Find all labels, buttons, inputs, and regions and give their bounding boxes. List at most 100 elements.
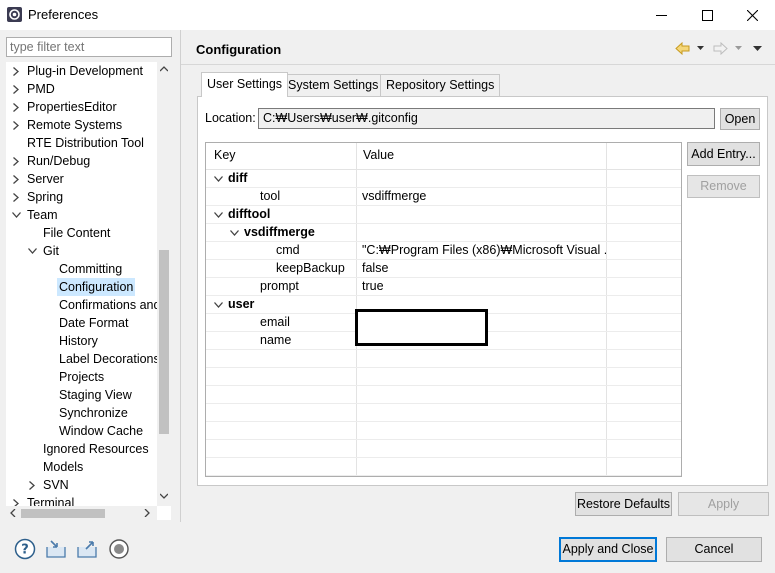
row-value: true — [362, 279, 384, 293]
forward-button[interactable] — [713, 40, 728, 56]
tree-item[interactable]: Confirmations and — [59, 296, 157, 314]
tree-horizontal-scrollbar[interactable] — [6, 506, 157, 520]
empty-row — [206, 404, 681, 422]
import-button[interactable] — [44, 537, 68, 561]
back-menu-button[interactable] — [697, 40, 704, 56]
tab-system-settings[interactable]: System Settings — [282, 74, 385, 96]
row-value: vsdiffmerge — [362, 189, 427, 203]
table-row[interactable]: tool vsdiffmerge — [206, 188, 681, 206]
export-button[interactable] — [75, 537, 99, 561]
back-button[interactable] — [675, 40, 690, 56]
help-button[interactable]: ? — [13, 537, 37, 561]
column-header-value[interactable]: Value — [363, 148, 394, 162]
tree-item[interactable]: SVN — [43, 476, 69, 494]
table-row[interactable]: difftool — [206, 206, 681, 224]
tree-item[interactable]: Configuration — [57, 278, 136, 296]
tree-item[interactable]: Team — [27, 206, 58, 224]
tree-vertical-scroll-thumb[interactable] — [159, 250, 169, 434]
tree-item[interactable]: Synchronize — [59, 404, 128, 422]
collapsed-chevron-icon[interactable] — [11, 170, 21, 188]
tree-item[interactable]: PropertiesEditor — [27, 98, 117, 116]
expanded-chevron-icon[interactable] — [27, 242, 37, 260]
forward-menu-button[interactable] — [735, 40, 742, 56]
tree-item[interactable]: RTE Distribution Tool — [27, 134, 144, 152]
expanded-chevron-icon[interactable] — [214, 176, 223, 182]
tab-repository-settings[interactable]: Repository Settings — [380, 74, 501, 96]
tree-item[interactable]: Plug-in Development — [27, 62, 143, 80]
tree-item[interactable]: Server — [27, 170, 64, 188]
collapsed-chevron-icon[interactable] — [11, 116, 21, 134]
tree-item[interactable]: History — [59, 332, 98, 350]
scroll-down-arrow-icon[interactable] — [160, 493, 168, 499]
restore-defaults-button[interactable]: Restore Defaults — [575, 492, 672, 516]
collapsed-chevron-icon[interactable] — [27, 476, 37, 494]
add-entry-button[interactable]: Add Entry... — [687, 142, 760, 166]
back-arrow-icon — [675, 41, 690, 55]
tree-item[interactable]: Projects — [59, 368, 104, 386]
apply-and-close-button[interactable]: Apply and Close — [559, 537, 657, 562]
tab-user-settings[interactable]: User Settings — [201, 72, 289, 97]
expanded-chevron-icon[interactable] — [214, 302, 223, 308]
close-button[interactable] — [729, 0, 775, 30]
empty-row — [206, 368, 681, 386]
export-icon — [77, 541, 97, 558]
svg-text:?: ? — [21, 543, 29, 558]
row-key: tool — [260, 189, 281, 203]
scroll-left-arrow-icon[interactable] — [10, 509, 16, 517]
remove-button[interactable]: Remove — [687, 175, 760, 198]
table-row[interactable]: prompt true — [206, 278, 681, 296]
location-field[interactable]: C:₩Users₩user₩.gitconfig — [258, 108, 715, 129]
scroll-right-arrow-icon[interactable] — [144, 509, 150, 517]
cancel-button[interactable]: Cancel — [666, 537, 762, 562]
view-menu-icon — [753, 45, 762, 51]
maximize-button[interactable] — [684, 0, 730, 30]
expanded-chevron-icon[interactable] — [214, 212, 223, 218]
expanded-chevron-icon[interactable] — [11, 206, 21, 224]
tree-item[interactable]: Date Format — [59, 314, 128, 332]
row-value: false — [362, 261, 389, 275]
table-row[interactable]: diff — [206, 170, 681, 188]
tree-item[interactable]: Run/Debug — [27, 152, 90, 170]
tree-item[interactable]: PMD — [27, 80, 55, 98]
collapsed-chevron-icon[interactable] — [11, 62, 21, 80]
record-button[interactable] — [107, 537, 131, 561]
tree-item[interactable]: Staging View — [59, 386, 132, 404]
tree-item[interactable]: Remote Systems — [27, 116, 122, 134]
help-icon: ? — [14, 538, 36, 560]
collapsed-chevron-icon[interactable] — [11, 152, 21, 170]
apply-button[interactable]: Apply — [678, 492, 769, 516]
pane-divider[interactable] — [180, 30, 181, 522]
collapsed-chevron-icon[interactable] — [11, 80, 21, 98]
tree-vertical-scrollbar[interactable] — [157, 62, 171, 506]
tree-item[interactable]: Git — [43, 242, 59, 260]
tree-horizontal-scroll-thumb[interactable] — [21, 509, 105, 518]
collapsed-chevron-icon[interactable] — [11, 188, 21, 206]
empty-row — [206, 458, 681, 476]
collapsed-chevron-icon[interactable] — [11, 98, 21, 116]
scroll-up-arrow-icon[interactable] — [160, 66, 168, 72]
import-icon — [46, 540, 66, 558]
column-header-key[interactable]: Key — [214, 148, 236, 162]
expanded-chevron-icon[interactable] — [230, 230, 239, 236]
tree-item[interactable]: Terminal — [27, 494, 74, 506]
tree-item[interactable]: Spring — [27, 188, 63, 206]
tree-item[interactable]: Window Cache — [59, 422, 143, 440]
back-menu-icon — [697, 46, 704, 50]
tree-item[interactable]: Committing — [59, 260, 122, 278]
record-icon — [109, 539, 129, 559]
tree-item[interactable]: Ignored Resources — [43, 440, 149, 458]
tree-item[interactable]: Label Decorations — [59, 350, 157, 368]
tree-item[interactable]: Models — [43, 458, 83, 476]
tree-item[interactable]: File Content — [43, 224, 110, 242]
table-row[interactable]: cmd "C:₩Program Files (x86)₩Microsoft Vis… — [206, 242, 681, 260]
filter-input[interactable] — [6, 37, 172, 57]
table-row[interactable]: vsdiffmerge — [206, 224, 681, 242]
preferences-tree[interactable]: Plug-in Development PMD PropertiesEditor Re… — [6, 62, 171, 520]
page-title: Configuration — [196, 42, 282, 57]
collapsed-chevron-icon[interactable] — [11, 494, 21, 506]
table-row[interactable]: keepBackup false — [206, 260, 681, 278]
view-menu-button[interactable] — [753, 40, 762, 56]
open-button[interactable]: Open — [720, 108, 760, 130]
minimize-button[interactable] — [638, 0, 684, 30]
row-key: keepBackup — [276, 261, 345, 275]
